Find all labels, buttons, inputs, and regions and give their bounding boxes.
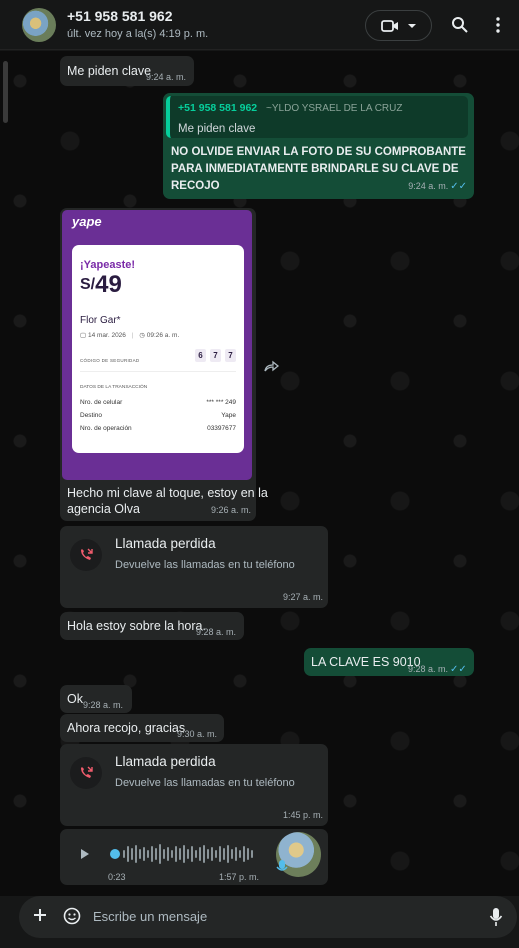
receipt-datetime: ▢ 14 mar. 2026 | ◷ 09:26 a. m. — [80, 328, 179, 344]
quote-alias: ~YLDO YSRAEL DE LA CRUZ — [266, 103, 403, 114]
message-incoming[interactable]: Ahora recojo, gracias 9:30 a. m. — [60, 714, 224, 742]
amount-value: 49 — [95, 271, 122, 298]
message-time: 9:28 a. m. — [196, 627, 237, 637]
message-time: 9:28 a. m. — [83, 700, 124, 710]
message-incoming[interactable]: Me piden clave 9:24 a. m. — [60, 56, 194, 86]
microphone-icon — [489, 908, 503, 926]
message-line: PARA INMEDIATAMENTE BRINDARLE SU CLAVE D… — [171, 163, 459, 175]
message-time: 9:24 a. m. — [146, 72, 187, 82]
missed-call-row: Llamada perdida Devuelve las llamadas en… — [70, 536, 295, 573]
message-list[interactable]: Me piden clave 9:24 a. m. +51 958 581 96… — [0, 51, 519, 896]
divider — [80, 371, 236, 372]
clock-icon: ◷ — [139, 332, 145, 339]
message-incoming-image[interactable]: yape ¡Yapeaste! S/49 Flor Gar* ▢ 14 mar.… — [60, 208, 268, 521]
sticker-emoji-icon — [63, 907, 81, 925]
missed-call-icon — [70, 756, 102, 789]
read-checks-icon: ✓✓ — [450, 181, 467, 192]
contact-avatar[interactable] — [22, 8, 56, 42]
microphone-icon — [276, 860, 288, 871]
audio-waveform[interactable] — [110, 841, 260, 867]
forward-icon — [264, 360, 280, 372]
voice-record-button[interactable] — [489, 907, 503, 932]
forward-button[interactable] — [263, 359, 280, 377]
security-code-digit: 7 — [225, 349, 236, 362]
missed-call-title: Llamada perdida — [115, 754, 216, 769]
security-code-digit: 6 — [195, 349, 206, 362]
message-time: 1:57 p. m. — [219, 872, 260, 882]
missed-call-card[interactable]: Llamada perdida Devuelve las llamadas en… — [60, 744, 328, 826]
message-time: 1:45 p. m. — [282, 810, 323, 820]
message-text: Me piden clave — [67, 64, 152, 78]
caption-line: Hecho mi clave al toque, estoy en la — [67, 486, 268, 500]
read-checks-icon: ✓✓ — [450, 664, 467, 675]
receipt-amount: S/49 — [80, 273, 122, 297]
message-time: 9:28 a. m. — [408, 664, 449, 674]
security-code-digit: 7 — [210, 349, 221, 362]
chevron-down-icon — [407, 23, 416, 28]
quote-number: +51 958 581 962 — [178, 102, 258, 114]
message-time: 9:24 a. m. — [408, 181, 449, 191]
separator: | — [131, 332, 134, 339]
message-composer: Escribe un mensaje — [19, 896, 517, 938]
chat-header: +51 958 581 962 últ. vez hoy a la(s) 4:1… — [0, 0, 519, 50]
missed-call-icon — [70, 538, 102, 571]
message-time: 9:27 a. m. — [282, 592, 323, 602]
video-call-button[interactable] — [365, 10, 432, 41]
contact-info[interactable]: +51 958 581 962 últ. vez hoy a la(s) 4:1… — [67, 8, 208, 40]
attach-button[interactable] — [33, 908, 47, 927]
last-seen: últ. vez hoy a la(s) 4:19 p. m. — [67, 28, 209, 40]
missed-call-subtitle: Devuelve las llamadas en tu teléfono — [115, 777, 295, 789]
voice-note-message[interactable]: 0:23 1:57 p. m. — [60, 829, 328, 885]
message-text: LA CLAVE ES 9010 — [311, 655, 421, 669]
video-camera-icon — [380, 19, 398, 32]
message-meta: 9:24 a. m. ✓✓ — [408, 177, 467, 195]
receipt-date: 14 mar. 2026 — [87, 332, 126, 339]
transaction-details-label: DATOS DE LA TRANSACCIÓN — [80, 385, 148, 390]
message-text: Ahora recojo, gracias — [67, 721, 186, 735]
detail-key: Nro. de operación — [80, 425, 132, 432]
scrollbar[interactable] — [3, 61, 8, 123]
message-text: Hola estoy sobre la hora. — [67, 619, 206, 633]
missed-call-subtitle: Devuelve las llamadas en tu teléfono — [115, 559, 295, 571]
currency: S/ — [80, 276, 96, 293]
message-time: 9:30 a. m. — [177, 729, 218, 739]
payment-receipt-image[interactable]: yape ¡Yapeaste! S/49 Flor Gar* ▢ 14 mar.… — [62, 210, 252, 480]
message-line: NO OLVIDE ENVIAR LA FOTO DE SU COMPROBAN… — [171, 146, 466, 158]
yape-logo: yape — [72, 214, 102, 229]
receipt-card: ¡Yapeaste! S/49 Flor Gar* ▢ 14 mar. 2026… — [72, 245, 244, 453]
quote-author: +51 958 581 962 ~YLDO YSRAEL DE LA CRUZ — [178, 100, 460, 117]
quote-text: Me piden clave — [178, 123, 256, 135]
message-time: 9:26 a. m. — [210, 505, 251, 515]
detail-value: 03397677 — [207, 425, 236, 432]
message-incoming[interactable]: Ok 9:28 a. m. — [60, 685, 132, 713]
search-icon — [452, 17, 468, 33]
missed-call-title: Llamada perdida — [115, 536, 216, 551]
message-outgoing[interactable]: LA CLAVE ES 9010 9:28 a. m. ✓✓ — [304, 648, 474, 676]
message-input[interactable]: Escribe un mensaje — [93, 909, 207, 924]
message-meta: 9:28 a. m. ✓✓ — [408, 660, 467, 678]
voice-duration: 0:23 — [108, 872, 126, 882]
plus-icon — [34, 909, 46, 921]
contact-name: +51 958 581 962 — [67, 8, 173, 24]
menu-button[interactable] — [486, 13, 510, 37]
quoted-message[interactable]: +51 958 581 962 ~YLDO YSRAEL DE LA CRUZ … — [166, 96, 468, 138]
security-code-label: CÓDIGO DE SEGURIDAD — [80, 358, 140, 363]
missed-call-card[interactable]: Llamada perdida Devuelve las llamadas en… — [60, 526, 328, 608]
receipt-recipient: Flor Gar* — [80, 315, 121, 326]
play-icon — [81, 849, 89, 859]
missed-call-row: Llamada perdida Devuelve las llamadas en… — [70, 754, 295, 791]
calendar-icon: ▢ — [80, 332, 87, 339]
receipt-hour: 09:26 a. m. — [146, 332, 180, 339]
more-vertical-icon — [496, 17, 500, 33]
message-text: Ok — [67, 692, 83, 706]
play-button[interactable] — [80, 848, 90, 864]
message-incoming[interactable]: Hola estoy sobre la hora. 9:28 a. m. — [60, 612, 244, 640]
search-button[interactable] — [448, 13, 472, 37]
message-outgoing[interactable]: +51 958 581 962 ~YLDO YSRAEL DE LA CRUZ … — [163, 93, 474, 199]
emoji-button[interactable] — [63, 907, 81, 930]
detail-row: Nro. de operación 03397677 — [80, 421, 236, 437]
